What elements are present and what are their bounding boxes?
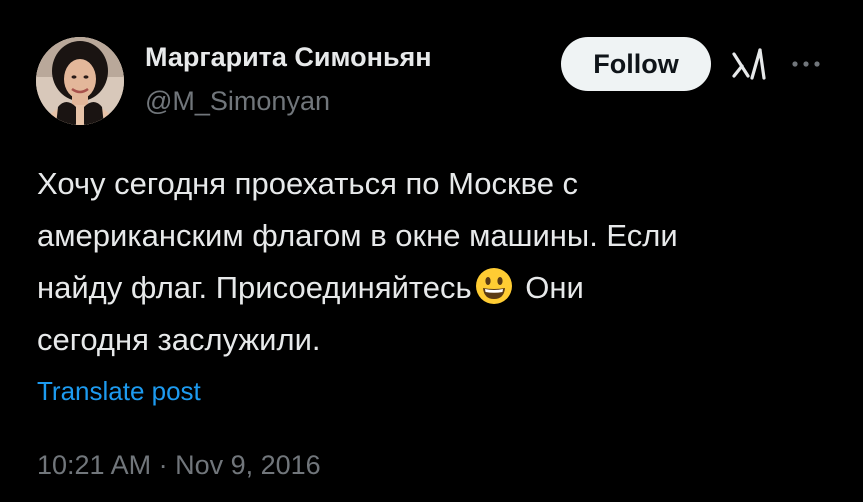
more-options-icon[interactable] xyxy=(789,55,823,73)
tweet-line-segment: найду флаг. Присоединяйтесь xyxy=(37,270,472,305)
tweet-line: Хочу сегодня проехаться по Москве с xyxy=(37,166,579,201)
follow-button[interactable]: Follow xyxy=(561,37,711,91)
tweet-line: найду флаг. Присоединяйтесь Они xyxy=(37,262,837,314)
tweet-line-segment: Они xyxy=(525,270,584,305)
avatar-image xyxy=(36,37,124,125)
author-display-name[interactable]: Маргарита Симоньян xyxy=(145,42,432,73)
tweet-line: сегодня заслужили. xyxy=(37,322,321,357)
tweet-text: Хочу сегодня проехаться по Москве с амер… xyxy=(37,158,837,366)
author-handle[interactable]: @M_Simonyan xyxy=(145,86,330,117)
author-avatar[interactable] xyxy=(36,37,124,125)
tweet-line: американским флагом в окне машины. Если xyxy=(37,218,678,253)
grok-icon[interactable] xyxy=(730,46,768,82)
translate-post-link[interactable]: Translate post xyxy=(37,376,201,407)
grinning-face-icon xyxy=(474,266,514,306)
tweet-timestamp[interactable]: 10:21 AM · Nov 9, 2016 xyxy=(37,450,321,481)
